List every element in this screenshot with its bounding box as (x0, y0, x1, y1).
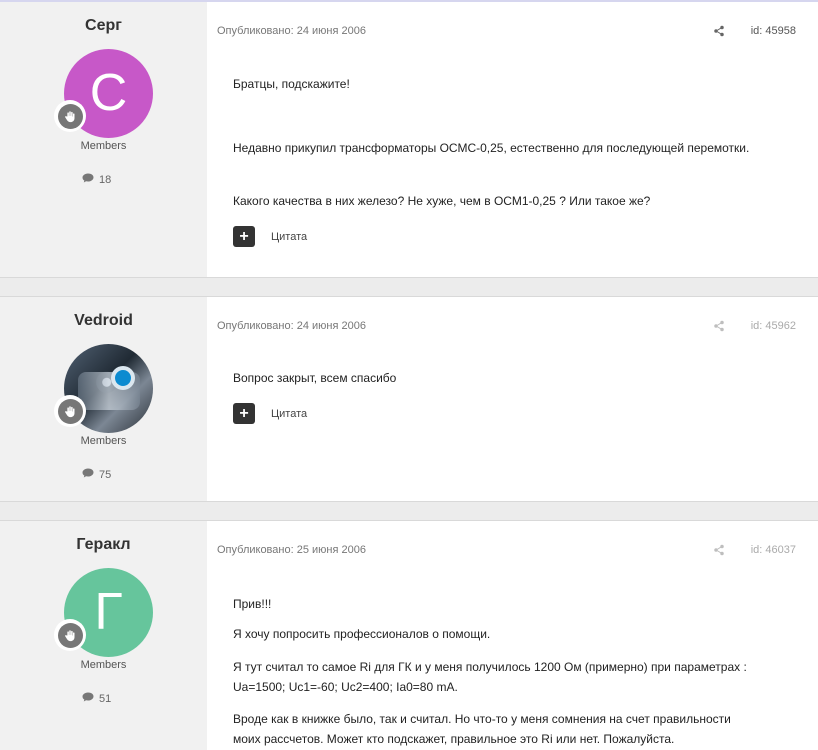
hand-icon (57, 103, 83, 129)
rank-badge (54, 100, 86, 132)
author-panel: Серг С Members 18 (0, 2, 207, 277)
post-content: Опубликовано: 24 июня 2006 id: 45958 Бра… (207, 2, 818, 277)
avatar-letter: Г (94, 583, 123, 641)
post-paragraph: Недавно прикупил трансформаторы ОСМС-0,2… (233, 141, 750, 155)
forum-post: Серг С Members 18 Опубликовано: 24 июня … (0, 0, 818, 278)
post-content: Опубликовано: 24 июня 2006 id: 45962 Воп… (207, 297, 818, 501)
comment-icon (82, 468, 94, 481)
share-icon[interactable] (713, 319, 725, 332)
quote-label[interactable]: Цитата (271, 408, 307, 420)
post-id[interactable]: id: 46037 (751, 544, 796, 556)
member-role: Members (80, 140, 127, 152)
post-content: Опубликовано: 25 июня 2006 id: 46037 При… (207, 521, 818, 750)
published-date: Опубликовано: 24 июня 2006 (217, 25, 366, 37)
author-name[interactable]: Серг (0, 17, 207, 35)
quote-action[interactable]: + Цитата (233, 403, 307, 424)
post-paragraph: Вроде как в книжке было, так и считал. Н… (233, 712, 731, 746)
author-panel: Vedroid Members 75 (0, 297, 207, 501)
comment-icon (82, 692, 94, 705)
post-count-value: 75 (99, 468, 112, 481)
forum-topic-page: Серг С Members 18 Опубликовано: 24 июня … (0, 0, 818, 750)
published-date: Опубликовано: 24 июня 2006 (217, 320, 366, 332)
post-id[interactable]: id: 45962 (751, 320, 796, 332)
post-paragraph: Вопрос закрыт, всем спасибо (233, 371, 397, 385)
rank-badge (54, 619, 86, 651)
post-paragraph: Я хочу попросить профессионалов о помощи… (233, 627, 491, 641)
author-name[interactable]: Геракл (0, 536, 207, 554)
post-paragraph: Братцы, подскажите! (233, 77, 350, 91)
published-date: Опубликовано: 25 июня 2006 (217, 544, 366, 556)
post-count[interactable]: 75 (82, 468, 111, 481)
quote-label[interactable]: Цитата (271, 231, 307, 243)
rank-badge (54, 395, 86, 427)
post-count[interactable]: 51 (82, 692, 111, 705)
share-icon[interactable] (713, 543, 725, 556)
author-panel: Геракл Г Members 51 (0, 521, 207, 750)
hand-icon (57, 398, 83, 424)
hand-icon (57, 622, 83, 648)
member-role: Members (80, 659, 127, 671)
quote-action[interactable]: + Цитата (233, 226, 307, 247)
post-paragraph: Прив!!! (233, 597, 272, 611)
share-icon[interactable] (713, 24, 725, 37)
post-paragraph: Я тут считал то самое Ri для ГК и у меня… (233, 660, 747, 694)
post-count-value: 51 (99, 692, 112, 705)
avatar-letter: С (89, 64, 128, 122)
post-paragraph: Какого качества в них железо? Не хуже, ч… (233, 194, 651, 208)
forum-post: Vedroid Members 75 Опубликовано: 24 июня… (0, 296, 818, 502)
author-name[interactable]: Vedroid (0, 312, 207, 330)
post-count-value: 18 (99, 173, 112, 186)
post-count[interactable]: 18 (82, 173, 111, 186)
post-id[interactable]: id: 45958 (751, 25, 796, 37)
member-role: Members (80, 435, 127, 447)
forum-post: Геракл Г Members 51 Опубликовано: 25 июн… (0, 520, 818, 750)
comment-icon (82, 173, 94, 186)
plus-icon[interactable]: + (233, 403, 255, 424)
plus-icon[interactable]: + (233, 226, 255, 247)
